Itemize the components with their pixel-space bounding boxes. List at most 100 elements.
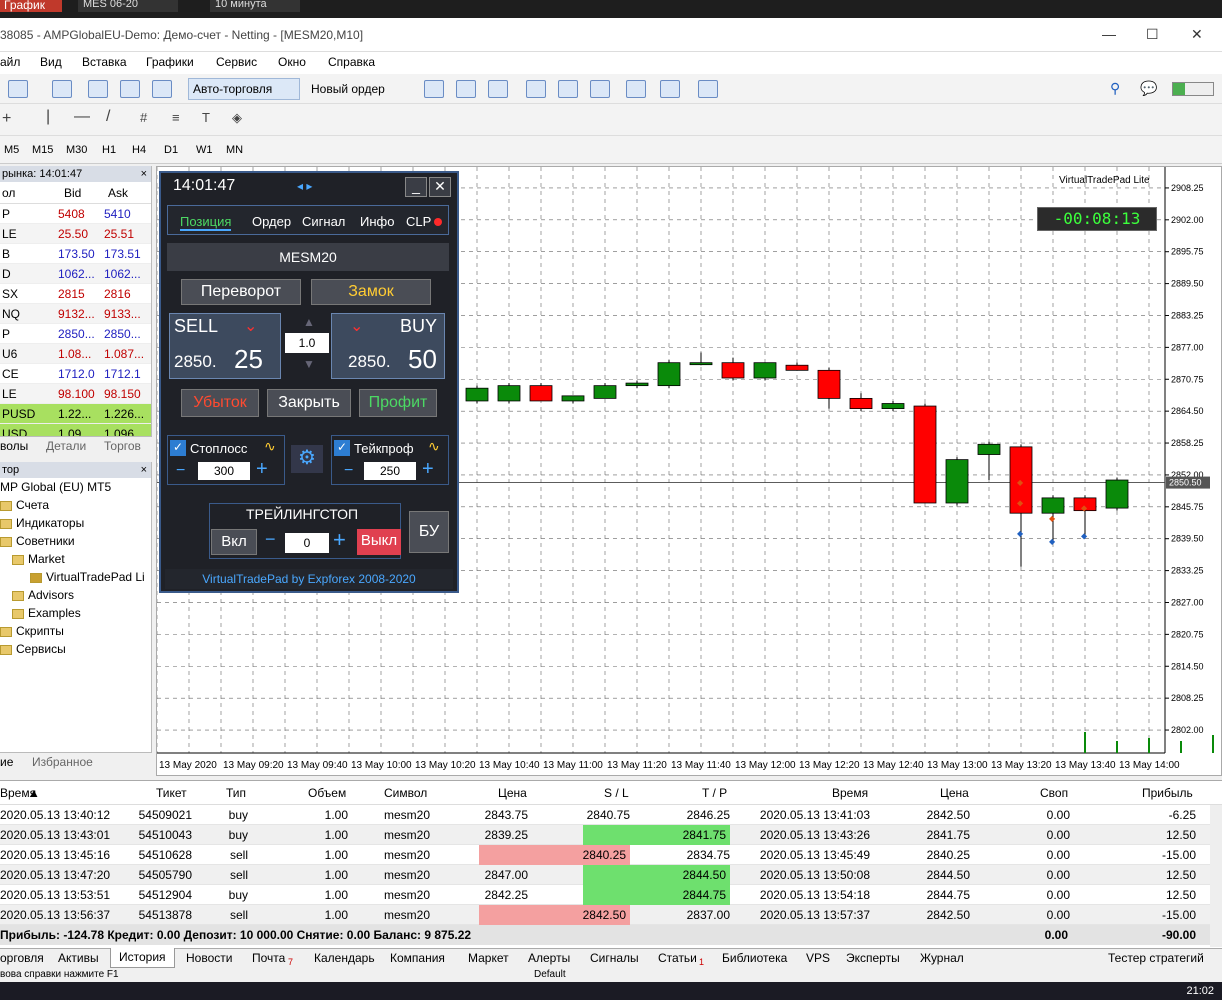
timeframe-selector[interactable]: 10 минута <box>210 0 300 12</box>
tab-journal[interactable]: Журнал <box>920 951 964 965</box>
tab-order[interactable]: Ордер <box>252 214 291 229</box>
line-chart-icon[interactable] <box>488 80 508 98</box>
settings-gear-icon[interactable]: ⚙ <box>291 445 323 473</box>
stoploss-mode-icon[interactable]: ∿ <box>264 438 276 455</box>
nav-advisors[interactable]: Advisors <box>12 588 74 602</box>
trailing-minus-button[interactable]: − <box>265 529 276 550</box>
tab-trade[interactable]: орговля <box>0 951 44 965</box>
tab-market[interactable]: Маркет <box>468 951 509 965</box>
candle-chart-icon[interactable] <box>456 80 476 98</box>
channels-icon[interactable]: # <box>140 110 147 125</box>
col-ask[interactable]: Ask <box>108 186 128 200</box>
close-icon[interactable]: ✕ <box>1191 26 1203 43</box>
buy-button[interactable]: ⌄ BUY 2850. 50 <box>331 313 445 379</box>
tf-mn[interactable]: MN <box>226 144 243 156</box>
col-close-time[interactable]: Время <box>832 786 868 800</box>
text-icon[interactable]: T <box>202 110 210 125</box>
col-volume[interactable]: Объем <box>308 786 346 800</box>
chart-shift-icon[interactable] <box>660 80 680 98</box>
market-watch-row[interactable]: P 5408 5410 <box>0 204 151 224</box>
indicators-icon[interactable] <box>698 80 718 98</box>
stoploss-input[interactable]: 300 <box>198 462 250 480</box>
close-all-button[interactable]: Закрыть <box>267 389 351 417</box>
tf-m30[interactable]: M30 <box>66 144 87 156</box>
nav-indicators[interactable]: Индикаторы <box>0 516 84 530</box>
market-watch-icon[interactable] <box>88 80 108 98</box>
close-icon[interactable]: × <box>141 166 147 182</box>
tab-clp[interactable]: CLP <box>406 214 431 229</box>
tab-company[interactable]: Компания <box>390 951 445 965</box>
history-row[interactable]: 2020.05.13 13:45:16 54510628 sell 1.00 mesm2… <box>0 845 1210 865</box>
tile-windows-icon[interactable] <box>590 80 610 98</box>
market-watch-row[interactable]: PUSD 1.22... 1.226... <box>0 404 151 424</box>
menu-file[interactable]: айл <box>0 55 20 69</box>
tf-h4[interactable]: H4 <box>132 144 146 156</box>
col-price[interactable]: Цена <box>498 786 527 800</box>
col-type[interactable]: Тип <box>226 786 246 800</box>
market-watch-row[interactable]: SX 2815 2816 <box>0 284 151 304</box>
takeprofit-checkbox[interactable]: ✓ <box>334 440 350 456</box>
tab-assets[interactable]: Активы <box>58 951 99 965</box>
virtualtradepad-panel[interactable]: 14:01:47 ◂ ▸ _ ✕ Позиция Ордер Сигнал Ин… <box>159 171 459 593</box>
menu-insert[interactable]: Вставка <box>82 55 127 69</box>
col-symbol[interactable]: Символ <box>384 786 427 800</box>
col-bid[interactable]: Bid <box>64 186 81 200</box>
close-panel-button[interactable]: ✕ <box>429 177 451 197</box>
vertical-line-icon[interactable]: | <box>46 108 50 126</box>
sort-asc-icon[interactable]: ▲ <box>28 786 40 800</box>
market-watch-row[interactable]: D 1062... 1062... <box>0 264 151 284</box>
market-watch-row[interactable]: LE 98.100 98.150 <box>0 384 151 404</box>
tab-trading[interactable]: Торгов <box>104 439 141 453</box>
lock-button[interactable]: Замок <box>311 279 431 305</box>
tab-mail[interactable]: Почта <box>252 951 285 965</box>
sell-button[interactable]: SELL ⌄ 2850. 25 <box>169 313 281 379</box>
search-icon[interactable]: ⚲ <box>1110 80 1120 97</box>
navigator-icon[interactable] <box>120 80 140 98</box>
close-profit-button[interactable]: Профит <box>359 389 437 417</box>
tf-m5[interactable]: M5 <box>4 144 19 156</box>
profiles-icon[interactable] <box>52 80 72 98</box>
tab-symbols[interactable]: волы <box>0 439 28 453</box>
nav-experts[interactable]: Советники <box>0 534 75 548</box>
minimize-icon[interactable]: — <box>1102 26 1116 42</box>
tab-info[interactable]: Инфо <box>360 214 394 229</box>
lot-input[interactable]: 1.0 <box>285 333 329 353</box>
col-swap[interactable]: Своп <box>1040 786 1068 800</box>
history-row[interactable]: 2020.05.13 13:53:51 54512904 buy 1.00 mesm20… <box>0 885 1210 905</box>
symbol-selector[interactable]: MES 06-20 <box>78 0 178 12</box>
nav-account-root[interactable]: MP Global (EU) MT5 <box>0 480 111 494</box>
col-symbol[interactable]: ол <box>2 186 15 200</box>
menu-view[interactable]: Вид <box>40 55 62 69</box>
trailing-off-button[interactable]: Выкл <box>357 529 401 555</box>
history-row[interactable]: 2020.05.13 13:47:20 54505790 sell 1.00 mesm2… <box>0 865 1210 885</box>
tab-favorites[interactable]: Избранное <box>32 755 93 769</box>
tab-alerts[interactable]: Алерты <box>528 951 570 965</box>
trendline-icon[interactable]: / <box>106 108 110 126</box>
takeprofit-plus-button[interactable]: + <box>422 458 434 481</box>
tab-position[interactable]: Позиция <box>180 214 232 231</box>
market-watch-row[interactable]: NQ 9132... 9133... <box>0 304 151 324</box>
strategy-tester-button[interactable]: Тестер стратегий <box>1108 951 1204 965</box>
tab-common[interactable]: ие <box>0 755 13 769</box>
col-close-price[interactable]: Цена <box>940 786 969 800</box>
stoploss-checkbox[interactable]: ✓ <box>170 440 186 456</box>
nav-examples[interactable]: Examples <box>12 606 81 620</box>
trailing-plus-button[interactable]: + <box>333 527 346 553</box>
col-profit[interactable]: Прибыль <box>1142 786 1193 800</box>
lot-down-icon[interactable]: ▼ <box>297 357 321 371</box>
market-watch-row[interactable]: P 2850... 2850... <box>0 324 151 344</box>
fibonacci-icon[interactable]: ≡ <box>172 110 180 125</box>
bar-chart-icon[interactable] <box>424 80 444 98</box>
lot-up-icon[interactable]: ▲ <box>297 315 321 329</box>
minimize-panel-button[interactable]: _ <box>405 177 427 197</box>
nav-market[interactable]: Market <box>12 552 65 566</box>
history-row[interactable]: 2020.05.13 13:56:37 54513878 sell 1.00 mesm2… <box>0 905 1210 925</box>
shapes-icon[interactable]: ◈ <box>232 110 242 126</box>
new-order-button[interactable]: Новый ордер <box>306 78 410 100</box>
zoom-in-icon[interactable] <box>526 80 546 98</box>
nav-virtualtradepad[interactable]: VirtualTradePad Li <box>30 570 145 584</box>
history-row[interactable]: 2020.05.13 13:43:01 54510043 buy 1.00 mesm20… <box>0 825 1210 845</box>
col-ticket[interactable]: Тикет <box>156 786 187 800</box>
tab-vps[interactable]: VPS <box>806 951 830 965</box>
market-watch-row[interactable]: LE 25.50 25.51 <box>0 224 151 244</box>
